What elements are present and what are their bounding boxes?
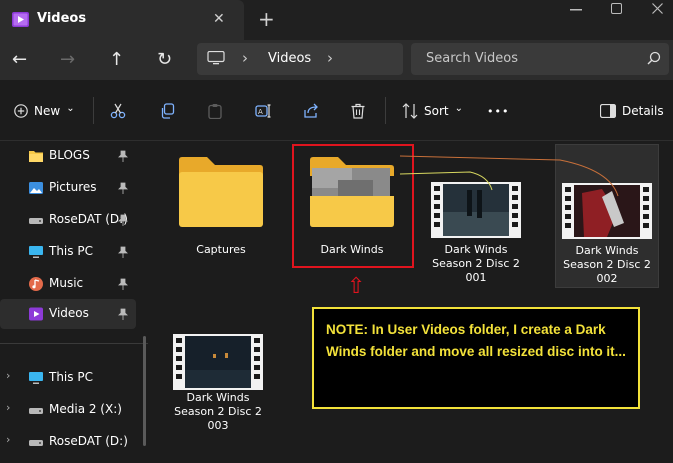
note-text: NOTE: In User Videos folder, I create a … bbox=[326, 322, 626, 359]
up-arrow-icon: ⇧ bbox=[347, 274, 366, 299]
note-box: NOTE: In User Videos folder, I create a … bbox=[312, 307, 640, 409]
